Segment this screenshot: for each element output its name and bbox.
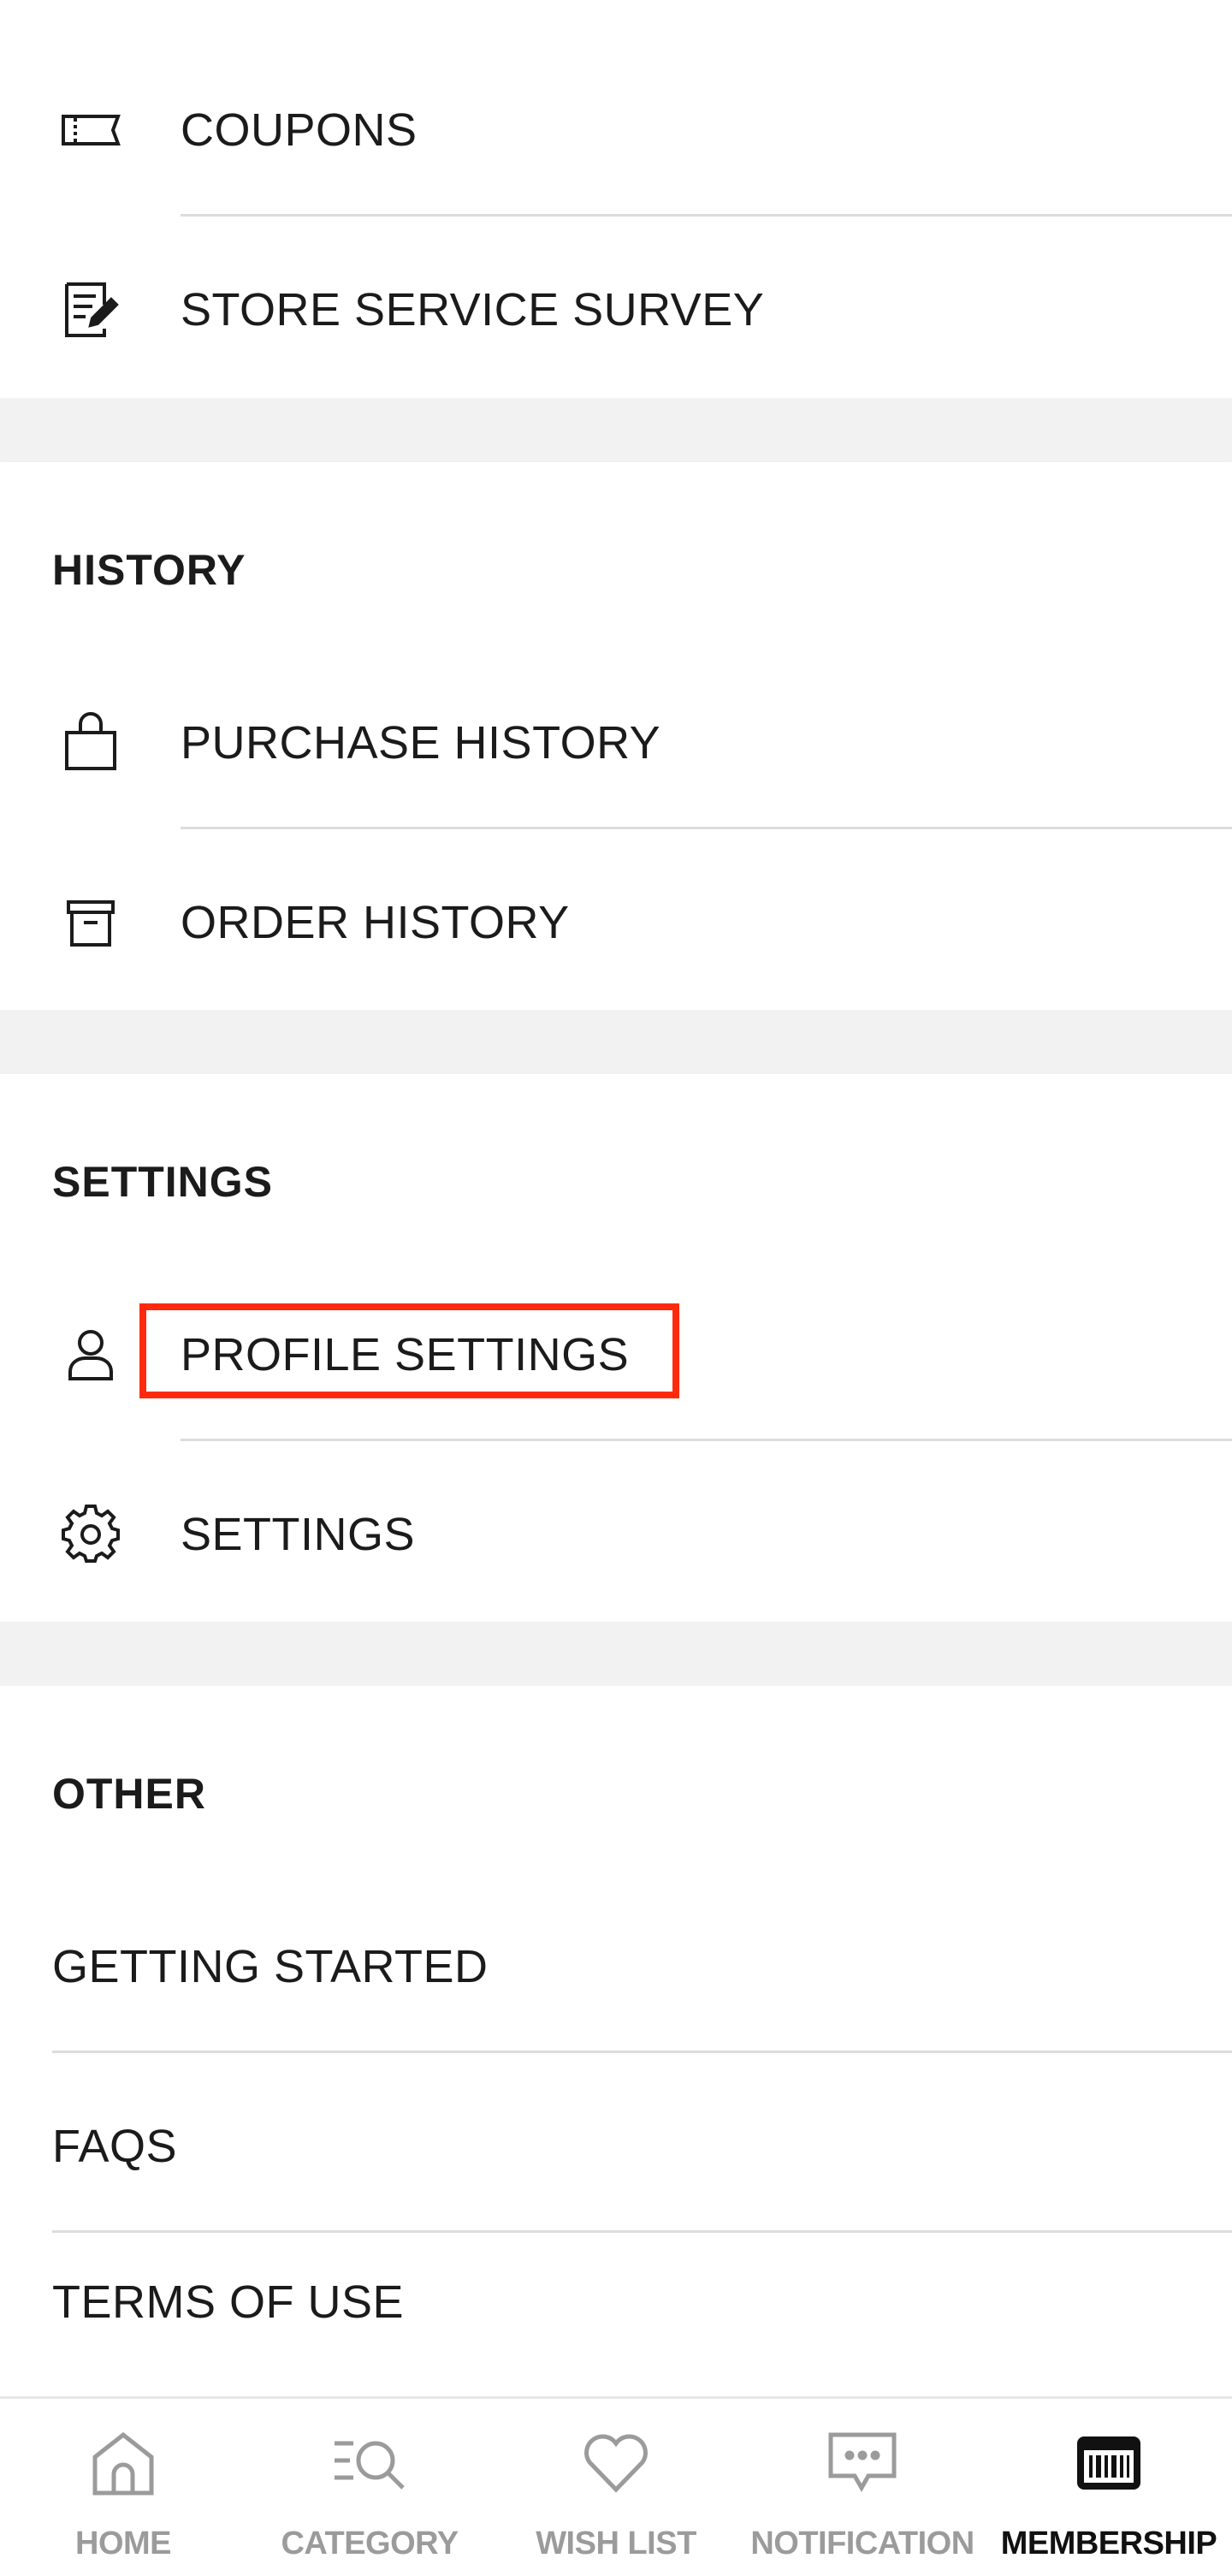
coupons-item[interactable]: COUPONS (0, 40, 1232, 220)
nav-category-label: CATEGORY (281, 2526, 459, 2561)
store-service-survey-label: STORE SERVICE SURVEY (181, 284, 765, 335)
nav-home[interactable]: HOME (0, 2399, 246, 2576)
nav-wish-list-label: WISH LIST (536, 2526, 696, 2561)
chat-bubble-icon (824, 2425, 901, 2502)
order-history-item[interactable]: ORDER HISTORY (0, 833, 1232, 1012)
history-section: HISTORY PURCHASE HISTORY ORDER HISTORY (0, 462, 1232, 1010)
survey-edit-icon (56, 276, 125, 344)
membership-card-icon (1070, 2425, 1147, 2502)
terms-of-use-item[interactable]: TERMS OF USE (0, 2212, 1232, 2392)
divider (52, 2051, 1232, 2053)
section-gap (0, 1010, 1232, 1074)
ticket-icon (56, 96, 125, 164)
getting-started-item[interactable]: GETTING STARTED (0, 1877, 1232, 2057)
terms-of-use-label: TERMS OF USE (52, 2276, 405, 2328)
store-service-survey-item[interactable]: STORE SERVICE SURVEY (0, 220, 1232, 400)
divider (181, 1439, 1232, 1441)
getting-started-label: GETTING STARTED (52, 1941, 489, 1992)
home-icon (85, 2425, 162, 2502)
account-section: COUPONS STORE SERVICE SURVEY (0, 0, 1232, 398)
section-gap (0, 1622, 1232, 1686)
settings-heading: SETTINGS (52, 1158, 274, 1206)
nav-membership[interactable]: MEMBERSHIP (986, 2399, 1232, 2576)
nav-membership-label: MEMBERSHIP (1000, 2526, 1217, 2561)
coupons-label: COUPONS (181, 104, 418, 156)
nav-category[interactable]: CATEGORY (246, 2399, 493, 2576)
other-section: OTHER GETTING STARTED FAQS TERMS OF USE (0, 1686, 1232, 2396)
settings-item[interactable]: SETTINGS (0, 1445, 1232, 1624)
divider (181, 827, 1232, 829)
gear-icon (56, 1500, 125, 1569)
box-icon (56, 888, 125, 957)
order-history-label: ORDER HISTORY (181, 897, 570, 948)
divider (181, 214, 1232, 217)
nav-wish-list[interactable]: WISH LIST (493, 2399, 739, 2576)
faqs-label: FAQS (52, 2121, 178, 2172)
history-heading: HISTORY (52, 546, 246, 594)
settings-label: SETTINGS (181, 1509, 416, 1560)
nav-home-label: HOME (75, 2526, 172, 2561)
purchase-history-label: PURCHASE HISTORY (181, 717, 661, 769)
section-gap (0, 398, 1232, 462)
other-heading: OTHER (52, 1770, 206, 1818)
bottom-navigation: HOME CATEGORY WISH LIST NOTIFICATION MEM… (0, 2396, 1232, 2576)
nav-notification-label: NOTIFICATION (750, 2526, 974, 2561)
nav-notification[interactable]: NOTIFICATION (739, 2399, 986, 2576)
purchase-history-item[interactable]: PURCHASE HISTORY (0, 653, 1232, 833)
category-search-icon (331, 2425, 408, 2502)
person-icon (56, 1321, 125, 1389)
faqs-item[interactable]: FAQS (0, 2057, 1232, 2236)
heart-icon (578, 2425, 654, 2502)
highlight-box (139, 1303, 679, 1398)
shopping-bag-icon (56, 709, 125, 777)
